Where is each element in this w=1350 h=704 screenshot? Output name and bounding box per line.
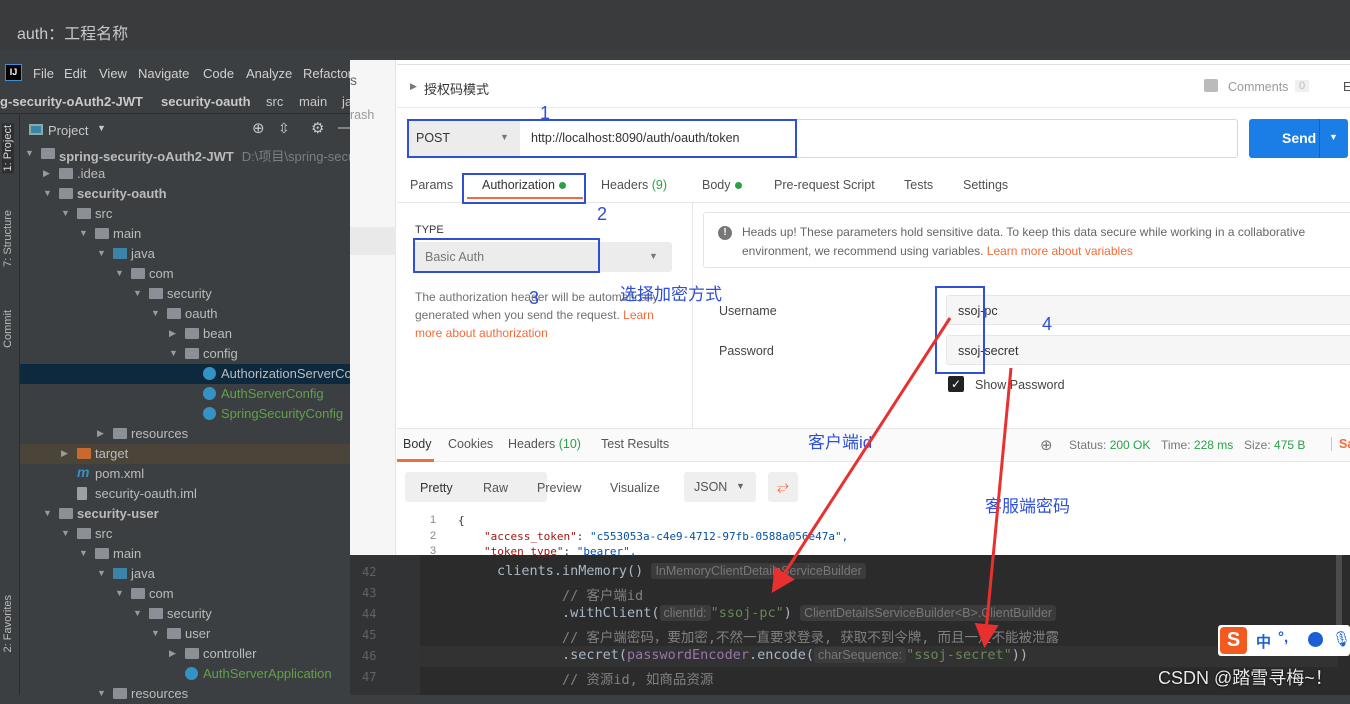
emoji-icon[interactable] bbox=[1308, 632, 1323, 647]
ime-toolbar[interactable]: S 中 °, 🎙 bbox=[1218, 625, 1350, 656]
ime-punctuation[interactable]: °, bbox=[1278, 629, 1288, 646]
annotation-arrows bbox=[771, 317, 1013, 648]
microphone-icon[interactable]: 🎙 bbox=[1332, 630, 1350, 648]
arrow-client-secret bbox=[974, 367, 1013, 648]
watermark: CSDN @踏雪寻梅~！ bbox=[1158, 668, 1333, 688]
ime-language[interactable]: 中 bbox=[1256, 631, 1271, 652]
arrow-client-id bbox=[771, 317, 952, 594]
sogou-logo-icon: S bbox=[1220, 627, 1247, 654]
